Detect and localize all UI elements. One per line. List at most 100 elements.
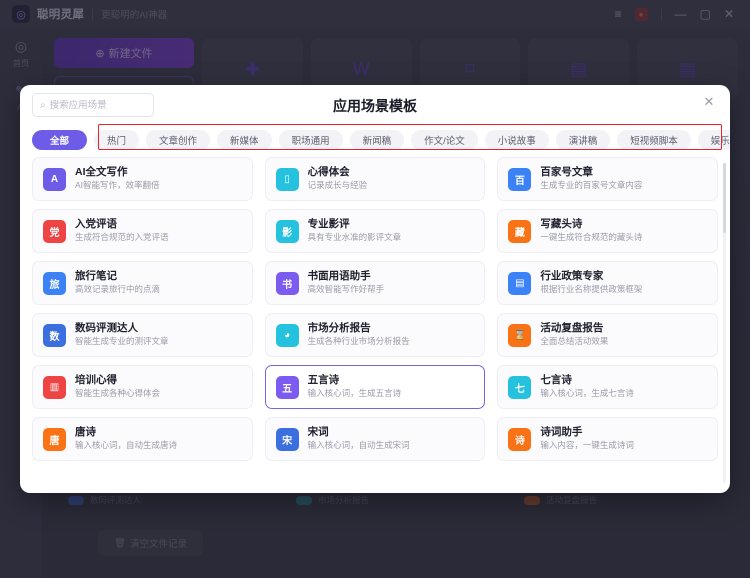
template-card[interactable]: 数数码评测达人 智能生成专业的测评文章 — [32, 313, 253, 357]
tab-6[interactable]: 作文/论文 — [411, 130, 478, 150]
template-subtitle: 具有专业水准的影评文章 — [307, 232, 402, 243]
tab-label: 全部 — [50, 136, 70, 147]
template-icon: 藏 — [508, 219, 532, 243]
template-subtitle: 智能生成专业的测评文章 — [75, 336, 169, 347]
template-subtitle: 高效智能写作好帮手 — [307, 284, 385, 295]
template-text: 数码评测达人 智能生成专业的测评文章 — [75, 322, 169, 348]
template-icon: ⌛ — [508, 323, 532, 347]
template-text: 书面用语助手 高效智能写作好帮手 — [308, 270, 385, 296]
template-subtitle: 记录成长与经验 — [307, 180, 368, 191]
template-title: 五言诗 — [307, 374, 340, 387]
category-tabs: 全部 热门 文章创作 新媒体 职场通用 新闻稿 作文/论文 小说故事 演讲稿 短视频脚本 娱乐服务 — [32, 124, 730, 153]
tab-7[interactable]: 小说故事 — [484, 130, 549, 150]
dialog-title: 应用场景模板 — [333, 98, 417, 114]
template-subtitle: 高效记录旅行中的点滴 — [75, 284, 161, 295]
template-card[interactable]: 百百家号文章 生成专业的百家号文章内容 — [497, 157, 718, 201]
close-icon[interactable]: ✕ — [700, 93, 718, 111]
template-subtitle: 生成专业的百家号文章内容 — [540, 180, 643, 191]
template-icon: ▯ — [275, 167, 299, 191]
template-icon: 诗 — [508, 427, 532, 451]
template-subtitle: 输入核心词，生成七言诗 — [540, 388, 634, 399]
template-subtitle: 输入核心词，自动生成唐诗 — [75, 440, 178, 451]
template-title: 写藏头诗 — [540, 218, 583, 231]
scrollbar-thumb[interactable] — [723, 163, 726, 233]
template-text: 专业影评 具有专业水准的影评文章 — [308, 218, 402, 244]
template-title: AI全文写作 — [75, 166, 128, 179]
tab-5[interactable]: 新闻稿 — [349, 130, 405, 150]
template-text: 五言诗 输入核心词，生成五言诗 — [308, 374, 402, 400]
template-card[interactable]: ◕ 市场分析报告 生成各种行业市场分析报告 — [264, 313, 486, 357]
tab-label: 短视频脚本 — [630, 136, 678, 147]
tab-0[interactable]: 全部 — [32, 130, 88, 150]
tab-9[interactable]: 短视频脚本 — [617, 130, 691, 150]
template-card[interactable]: 五五言诗 输入核心词，生成五言诗 — [264, 365, 486, 409]
template-card[interactable]: 七七言诗 输入核心词，生成七言诗 — [497, 365, 718, 409]
template-title: 唐诗 — [75, 426, 96, 439]
template-title: 行业政策专家 — [540, 270, 604, 283]
template-card[interactable]: 书书面用语助手 高效智能写作好帮手 — [264, 261, 486, 305]
template-card[interactable]: 唐唐诗 输入核心词，自动生成唐诗 — [32, 417, 253, 461]
template-text: 七言诗 输入核心词，生成七言诗 — [540, 374, 634, 400]
template-subtitle: 输入核心词，生成五言诗 — [307, 388, 402, 399]
template-title: 培训心得 — [75, 374, 117, 387]
template-card[interactable]: 旅旅行笔记 高效记录旅行中的点滴 — [32, 261, 253, 305]
tab-label: 演讲稿 — [568, 136, 598, 147]
template-text: 写藏头诗 一键生成符合规范的藏头诗 — [540, 218, 642, 244]
tab-label: 小说故事 — [497, 136, 536, 147]
template-title: 入党评语 — [75, 218, 117, 231]
template-card[interactable]: ▥ 培训心得 智能生成各种心得体会 — [32, 365, 253, 409]
template-title: 活动复盘报告 — [540, 322, 604, 335]
template-icon: 唐 — [43, 427, 66, 451]
tab-4[interactable]: 职场通用 — [278, 130, 343, 150]
template-icon: 五 — [275, 375, 299, 399]
template-title: 诗词助手 — [540, 426, 583, 439]
template-text: 唐诗 输入核心词，自动生成唐诗 — [75, 426, 177, 452]
template-icon: 百 — [508, 167, 532, 191]
template-card[interactable]: ▤ 行业政策专家 根据行业名称提供政策框架 — [497, 261, 718, 305]
template-card[interactable]: ▯ 心得体会 记录成长与经验 — [264, 157, 486, 201]
tab-2[interactable]: 文章创作 — [146, 130, 211, 150]
template-subtitle: 输入核心词，自动生成宋词 — [307, 440, 410, 451]
template-title: 七言诗 — [540, 374, 572, 387]
template-subtitle: AI智能写作，效率翻倍 — [75, 180, 160, 191]
template-icon: 宋 — [275, 427, 299, 451]
tab-label: 作文/论文 — [424, 136, 465, 147]
tab-label: 新闻稿 — [362, 136, 392, 147]
template-icon: 数 — [43, 323, 66, 347]
template-card[interactable]: 藏写藏头诗 一键生成符合规范的藏头诗 — [497, 209, 718, 253]
template-icon: ▥ — [43, 375, 66, 399]
template-title: 百家号文章 — [540, 166, 593, 179]
template-title: 旅行笔记 — [75, 270, 117, 283]
dialog-header: ⌕ 应用场景模板 ✕ — [20, 85, 730, 127]
template-card[interactable]: ⌛ 活动复盘报告 全面总结活动效果 — [497, 313, 718, 357]
template-text: 百家号文章 生成专业的百家号文章内容 — [540, 166, 642, 192]
tab-10[interactable]: 娱乐服务 — [697, 130, 730, 150]
template-text: 培训心得 智能生成各种心得体会 — [75, 374, 160, 400]
template-title: 数码评测达人 — [75, 322, 138, 335]
scrollbar-track[interactable] — [723, 163, 726, 483]
template-icon: ◕ — [275, 323, 299, 347]
tab-3[interactable]: 新媒体 — [217, 130, 272, 150]
template-text: AI全文写作 AI智能写作，效率翻倍 — [75, 166, 160, 192]
template-text: 入党评语 生成符合规范的入党评语 — [75, 218, 169, 244]
tab-1[interactable]: 热门 — [94, 130, 140, 150]
template-icon: 影 — [275, 219, 299, 243]
template-card[interactable]: 诗诗词助手 输入内容，一键生成诗词 — [497, 417, 718, 461]
template-text: 行业政策专家 根据行业名称提供政策框架 — [540, 270, 642, 296]
template-text: 宋词 输入核心词，自动生成宋词 — [308, 426, 410, 452]
template-list[interactable]: A AI全文写作 AI智能写作，效率翻倍 ▯ 心得体会 记录成长与经验 百百家号文章 生成专业… — [20, 157, 730, 493]
template-card[interactable]: A AI全文写作 AI智能写作，效率翻倍 — [32, 157, 253, 201]
template-subtitle: 生成各种行业市场分析报告 — [307, 336, 410, 347]
tab-8[interactable]: 演讲稿 — [555, 130, 611, 150]
template-title: 专业影评 — [307, 218, 350, 231]
template-text: 心得体会 记录成长与经验 — [308, 166, 368, 192]
template-card[interactable]: 影专业影评 具有专业水准的影评文章 — [264, 209, 486, 253]
template-icon: 党 — [43, 219, 66, 243]
template-title: 市场分析报告 — [307, 322, 371, 335]
template-subtitle: 输入内容，一键生成诗词 — [540, 440, 634, 451]
template-card[interactable]: 宋宋词 输入核心词，自动生成宋词 — [264, 417, 486, 461]
tab-label: 职场通用 — [291, 136, 330, 147]
tab-label: 新媒体 — [230, 136, 259, 147]
template-title: 书面用语助手 — [307, 270, 371, 283]
template-card[interactable]: 党入党评语 生成符合规范的入党评语 — [32, 209, 253, 253]
